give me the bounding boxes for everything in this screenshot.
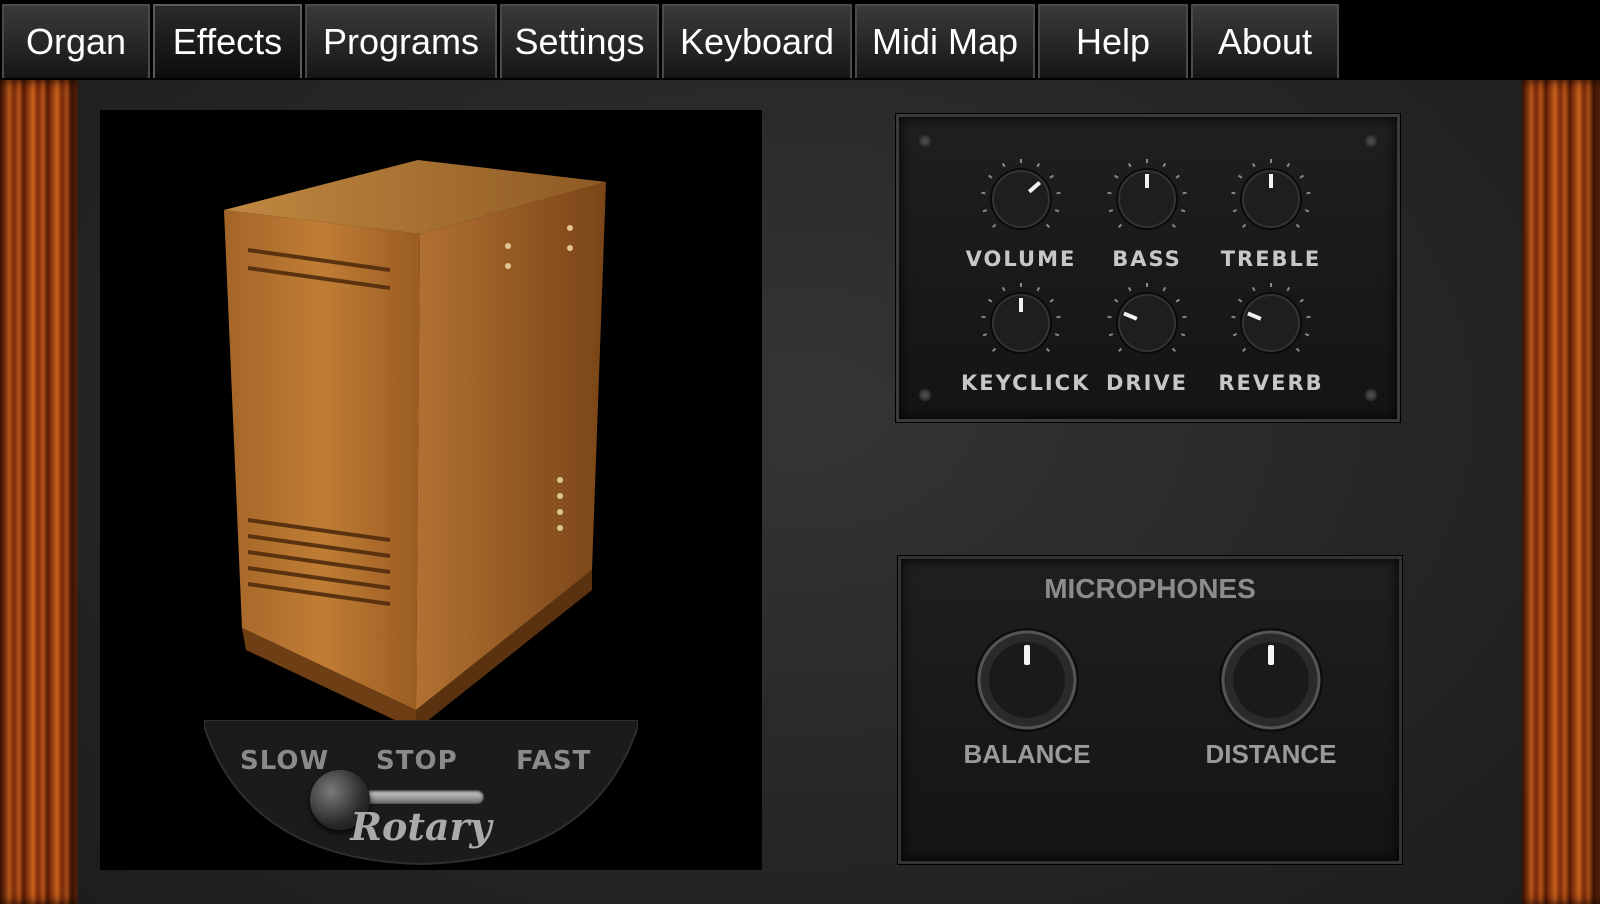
rotary-stop-label[interactable]: STOP xyxy=(376,746,458,776)
reverb-knob[interactable] xyxy=(1221,279,1321,367)
screw-icon xyxy=(1365,135,1377,147)
microphones-title: MICROPHONES xyxy=(1044,573,1256,604)
drive-knob[interactable] xyxy=(1097,279,1197,367)
wood-side-panel-left xyxy=(0,80,78,904)
screw-icon xyxy=(1365,389,1377,401)
volume-label: VOLUME xyxy=(965,247,1077,271)
bass-label: BASS xyxy=(1112,247,1182,271)
wood-side-panel-right xyxy=(1522,80,1600,904)
bass-knob[interactable] xyxy=(1097,155,1197,243)
reverb-knob-group: REVERB xyxy=(1211,279,1331,395)
tab-settings[interactable]: Settings xyxy=(500,4,659,78)
balance-knob[interactable] xyxy=(972,625,1082,735)
drive-knob-group: DRIVE xyxy=(1087,279,1207,395)
tab-help[interactable]: Help xyxy=(1038,4,1188,78)
keyclick-knob-group: KEYCLICK xyxy=(961,279,1091,395)
tab-bar: Organ Effects Programs Settings Keyboard… xyxy=(0,0,1600,80)
effects-panel: SLOW STOP FAST Rotary VOLUME BASS TREBLE… xyxy=(0,80,1600,904)
microphones-panel: MICROPHONES BALANCE DISTANCE xyxy=(898,556,1402,864)
rotary-slider-track[interactable] xyxy=(364,790,484,804)
keyclick-knob[interactable] xyxy=(971,279,1071,367)
drive-label: DRIVE xyxy=(1105,371,1188,395)
treble-label: TREBLE xyxy=(1220,247,1322,271)
rotary-speed-control: SLOW STOP FAST Rotary xyxy=(204,720,638,870)
rotary-fast-label[interactable]: FAST xyxy=(516,746,591,776)
leslie-speaker-display: SLOW STOP FAST Rotary xyxy=(100,110,762,870)
distance-knob-group: DISTANCE xyxy=(1191,625,1351,770)
tone-control-panel: VOLUME BASS TREBLE KEYCLICK DRIVE REVERB xyxy=(896,114,1400,422)
screw-icon xyxy=(919,389,931,401)
tab-keyboard[interactable]: Keyboard xyxy=(662,4,852,78)
tab-about[interactable]: About xyxy=(1191,4,1339,78)
screw-icon xyxy=(919,135,931,147)
bass-knob-group: BASS xyxy=(1087,155,1207,271)
leslie-cabinet-image xyxy=(224,160,606,730)
treble-knob[interactable] xyxy=(1221,155,1321,243)
tab-effects[interactable]: Effects xyxy=(153,4,302,78)
tab-organ[interactable]: Organ xyxy=(2,4,150,78)
treble-knob-group: TREBLE xyxy=(1211,155,1331,271)
volume-knob[interactable] xyxy=(971,155,1071,243)
balance-label: BALANCE xyxy=(963,739,1091,769)
tab-midi-map[interactable]: Midi Map xyxy=(855,4,1035,78)
tab-programs[interactable]: Programs xyxy=(305,4,497,78)
distance-knob[interactable] xyxy=(1216,625,1326,735)
volume-knob-group: VOLUME xyxy=(961,155,1081,271)
keyclick-label: KEYCLICK xyxy=(961,371,1091,395)
rotary-slow-label[interactable]: SLOW xyxy=(240,746,329,776)
reverb-label: REVERB xyxy=(1218,371,1324,395)
distance-label: DISTANCE xyxy=(1205,739,1337,769)
balance-knob-group: BALANCE xyxy=(947,625,1107,770)
rotary-title: Rotary xyxy=(350,804,492,849)
